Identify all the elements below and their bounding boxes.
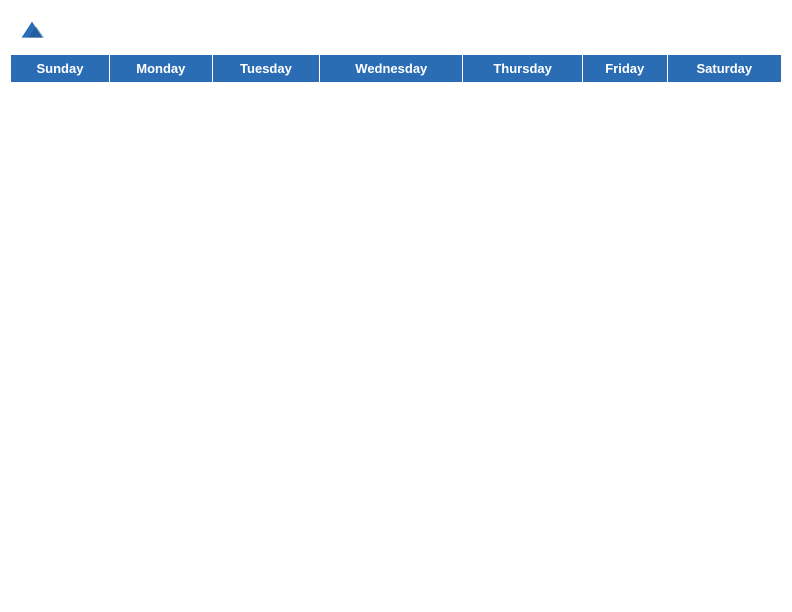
col-header-wednesday: Wednesday xyxy=(320,55,463,83)
logo xyxy=(20,20,46,44)
page-header xyxy=(10,10,782,49)
col-header-thursday: Thursday xyxy=(463,55,582,83)
col-header-saturday: Saturday xyxy=(667,55,781,83)
col-header-tuesday: Tuesday xyxy=(212,55,319,83)
col-header-friday: Friday xyxy=(582,55,667,83)
calendar-header-row: SundayMondayTuesdayWednesdayThursdayFrid… xyxy=(11,55,782,83)
col-header-monday: Monday xyxy=(109,55,212,83)
calendar-table: SundayMondayTuesdayWednesdayThursdayFrid… xyxy=(10,54,782,83)
logo-icon xyxy=(20,20,44,44)
col-header-sunday: Sunday xyxy=(11,55,110,83)
